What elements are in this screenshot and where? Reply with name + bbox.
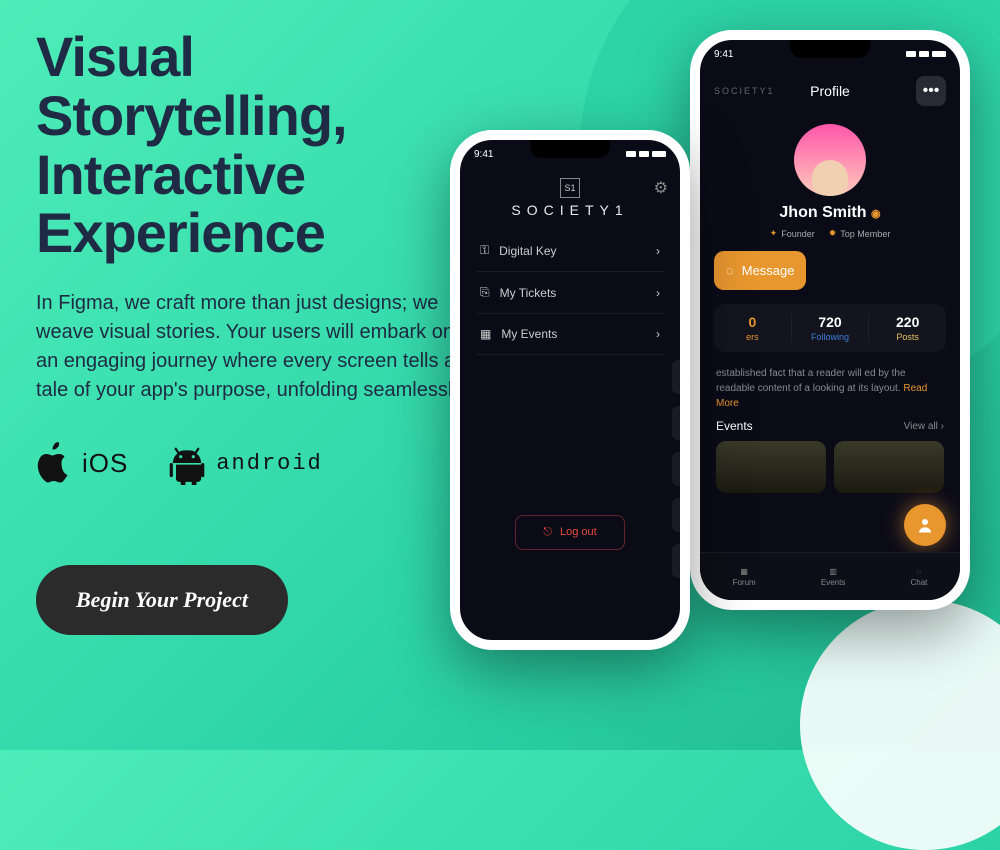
logout-icon: ⎋ bbox=[543, 526, 552, 539]
founder-icon: ✦ bbox=[770, 228, 778, 239]
menu-label: Digital Key bbox=[499, 244, 556, 258]
chevron-right-icon: › bbox=[656, 244, 660, 258]
nav-events[interactable]: ▥ Events bbox=[821, 567, 845, 587]
stat-label: ers bbox=[714, 332, 791, 342]
chevron-right-icon: › bbox=[656, 286, 660, 300]
stat-num: 0 bbox=[714, 314, 791, 330]
phone-notch bbox=[790, 40, 870, 58]
logout-label: Log out bbox=[560, 526, 597, 539]
android-icon bbox=[168, 441, 206, 485]
cta-button[interactable]: Begin Your Project bbox=[36, 565, 288, 635]
stat-label: Posts bbox=[869, 332, 946, 342]
peek-tab[interactable]: › bbox=[672, 498, 690, 532]
event-card[interactable] bbox=[834, 441, 944, 493]
phone-mockups: 9:41 SOCIETY1 Profile ••• Jhon Smith ◉ ✦… bbox=[450, 30, 970, 730]
nav-label: Chat bbox=[910, 578, 927, 587]
chat-icon: ◌ bbox=[917, 567, 922, 576]
person-icon bbox=[916, 516, 934, 534]
verified-icon: ◉ bbox=[871, 208, 881, 220]
hero-content: Visual Storytelling, Interactive Experie… bbox=[36, 28, 476, 635]
badge-label: Top Member bbox=[840, 229, 890, 239]
peek-tabs: › › › › › bbox=[672, 360, 690, 578]
platform-android: android bbox=[168, 441, 322, 485]
username-text: Jhon Smith bbox=[779, 204, 866, 221]
stat-posts[interactable]: 220 Posts bbox=[869, 314, 946, 342]
peek-tab[interactable]: › bbox=[672, 452, 690, 486]
bio-text: established fact that a reader will ed b… bbox=[716, 368, 906, 394]
events-header: Events View all › bbox=[700, 419, 960, 433]
peek-tab[interactable]: › bbox=[672, 406, 690, 440]
chat-icon: ◌ bbox=[726, 263, 734, 278]
gear-icon: ⚙ bbox=[654, 180, 668, 197]
message-button[interactable]: ◌ Message bbox=[714, 251, 806, 290]
platforms-row: iOS android bbox=[36, 441, 476, 485]
menu-label: My Events bbox=[501, 327, 557, 341]
settings-button[interactable]: ⚙ bbox=[654, 178, 668, 198]
hero-headline: Visual Storytelling, Interactive Experie… bbox=[36, 28, 476, 263]
logout-button[interactable]: ⎋ Log out bbox=[515, 515, 625, 550]
status-time: 9:41 bbox=[474, 149, 493, 160]
profile-title: Profile bbox=[744, 83, 916, 99]
message-label: Message bbox=[742, 263, 795, 278]
bottom-nav: ▦ Forum ▥ Events ◌ Chat bbox=[700, 552, 960, 600]
event-cards bbox=[700, 433, 960, 501]
calendar-icon: ▦ bbox=[480, 327, 491, 341]
chevron-right-icon: › bbox=[656, 327, 660, 341]
menu-my-tickets[interactable]: ⎘ My Tickets › bbox=[476, 272, 664, 314]
fab-button[interactable] bbox=[904, 504, 946, 546]
menu-digital-key[interactable]: ⚿ Digital Key › bbox=[476, 230, 664, 272]
dots-icon: ••• bbox=[923, 82, 940, 100]
nav-label: Forum bbox=[733, 578, 756, 587]
badges-row: ✦Founder ✹Top Member bbox=[700, 228, 960, 239]
status-indicators bbox=[906, 51, 946, 57]
stat-num: 720 bbox=[792, 314, 869, 330]
nav-chat[interactable]: ◌ Chat bbox=[910, 567, 927, 587]
stat-label: Following bbox=[792, 332, 869, 342]
brand-icon: S1 bbox=[560, 178, 580, 198]
brand-mini: SOCIETY1 bbox=[714, 86, 744, 96]
profile-bio: established fact that a reader will ed b… bbox=[700, 352, 960, 419]
status-time: 9:41 bbox=[714, 49, 733, 60]
ios-label: iOS bbox=[82, 448, 128, 479]
view-all-link[interactable]: View all › bbox=[904, 421, 944, 432]
calendar-icon: ▥ bbox=[829, 567, 837, 576]
nav-label: Events bbox=[821, 578, 845, 587]
phone-drawer: 9:41 S1 SOCIETY1 ⚙ ⚿ Digital Key › ⎘ My Ti… bbox=[450, 130, 690, 650]
brand-row: S1 SOCIETY1 ⚙ bbox=[460, 168, 680, 222]
star-icon: ✹ bbox=[829, 228, 837, 239]
badge-top-member: ✹Top Member bbox=[829, 228, 891, 239]
event-card[interactable] bbox=[716, 441, 826, 493]
grid-icon: ▦ bbox=[740, 567, 748, 576]
android-label: android bbox=[216, 451, 322, 476]
apple-icon bbox=[36, 442, 72, 484]
menu-my-events[interactable]: ▦ My Events › bbox=[476, 314, 664, 355]
phone-profile: 9:41 SOCIETY1 Profile ••• Jhon Smith ◉ ✦… bbox=[690, 30, 970, 610]
hero-body: In Figma, we craft more than just design… bbox=[36, 289, 476, 405]
peek-tab[interactable]: › bbox=[672, 544, 690, 578]
brand-text: SOCIETY1 bbox=[511, 202, 628, 218]
avatar[interactable] bbox=[794, 124, 866, 196]
status-indicators bbox=[626, 151, 666, 157]
badge-founder: ✦Founder bbox=[770, 228, 815, 239]
more-button[interactable]: ••• bbox=[916, 76, 946, 106]
view-all-label: View all bbox=[904, 421, 938, 432]
stats-row: 0 ers 720 Following 220 Posts bbox=[714, 304, 946, 352]
nav-forum[interactable]: ▦ Forum bbox=[733, 567, 756, 587]
key-icon: ⚿ bbox=[480, 243, 489, 258]
profile-username: Jhon Smith ◉ bbox=[700, 204, 960, 222]
badge-label: Founder bbox=[781, 229, 815, 239]
menu-label: My Tickets bbox=[500, 286, 557, 300]
peek-tab[interactable]: › bbox=[672, 360, 690, 394]
ticket-icon: ⎘ bbox=[480, 285, 490, 300]
drawer-menu: ⚿ Digital Key › ⎘ My Tickets › ▦ My Events … bbox=[460, 222, 680, 355]
profile-header: SOCIETY1 Profile ••• bbox=[700, 68, 960, 114]
stat-followers[interactable]: 0 ers bbox=[714, 314, 792, 342]
events-title: Events bbox=[716, 419, 753, 433]
platform-ios: iOS bbox=[36, 442, 128, 484]
stat-following[interactable]: 720 Following bbox=[792, 314, 870, 342]
phone-notch bbox=[530, 140, 610, 158]
stat-num: 220 bbox=[869, 314, 946, 330]
